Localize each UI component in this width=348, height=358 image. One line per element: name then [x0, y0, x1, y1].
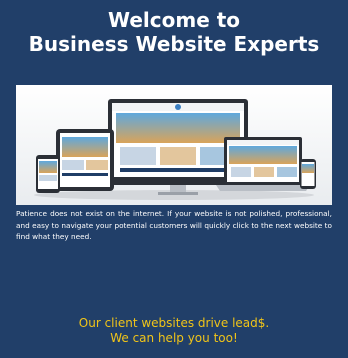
page-title: Welcome to Business Website Experts — [0, 8, 348, 56]
welcome-card: Welcome to Business Website Experts Pati… — [0, 0, 348, 358]
devices-hero-image — [16, 85, 332, 205]
title-line-2: Business Website Experts — [28, 32, 320, 56]
tagline: Our client websites drive lead$. We can … — [0, 316, 348, 346]
title-line-1: Welcome to — [107, 8, 241, 32]
tagline-line-2: We can help you too! — [110, 331, 238, 345]
responsive-devices-icon — [16, 85, 332, 205]
intro-paragraph: Patience does not exist on the internet.… — [16, 209, 332, 241]
tagline-line-1: Our client websites drive lead$. — [78, 316, 270, 330]
